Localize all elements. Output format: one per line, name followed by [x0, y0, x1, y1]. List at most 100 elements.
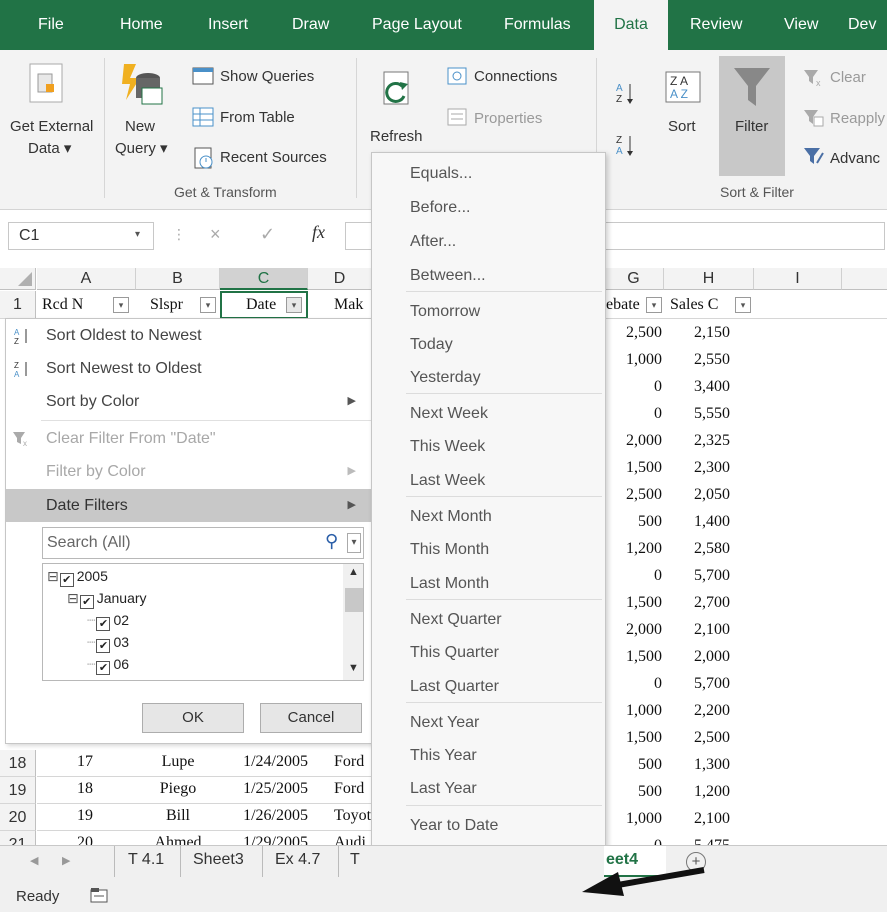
row-header[interactable]: 18 — [0, 750, 36, 777]
insert-function-icon[interactable]: fx — [312, 222, 325, 243]
sales-cost-cell[interactable]: 2,100 — [664, 621, 730, 639]
tree-item[interactable]: ⊟ ✔ 2005 — [47, 568, 108, 588]
sales-cost-cell[interactable]: 1,400 — [664, 513, 730, 531]
name-box[interactable]: C1 ▾ — [8, 222, 154, 250]
date-filter-after[interactable]: After... — [372, 225, 605, 258]
advanced-button[interactable]: Advanc — [830, 150, 880, 168]
rebate-cell[interactable]: 500 — [604, 756, 662, 774]
list-scrollbar[interactable]: ▲ ▼ — [343, 564, 363, 680]
search-icon[interactable]: ⚲ — [325, 531, 338, 552]
clear-filter-item[interactable]: x Clear Filter From "Date" — [6, 422, 374, 455]
rebate-cell[interactable]: 2,500 — [604, 324, 662, 342]
date-filter-before[interactable]: Before... — [372, 191, 605, 224]
sort-z-to-a-icon[interactable]: ZA — [614, 132, 636, 158]
confirm-entry-icon[interactable]: ✓ — [260, 224, 275, 245]
rebate-cell[interactable]: 2,000 — [604, 432, 662, 450]
cancel-button[interactable]: Cancel — [260, 703, 362, 733]
tab-data[interactable]: Data — [594, 0, 668, 50]
tree-item[interactable]: ┈ ✔ 03 — [87, 634, 129, 654]
col-header-i[interactable]: I — [754, 268, 842, 290]
filter-by-color-item[interactable]: Filter by Color ▶ — [6, 455, 374, 488]
rebate-cell[interactable]: 2,000 — [604, 621, 662, 639]
date-filter-year-to-date[interactable]: Year to Date — [372, 809, 605, 842]
rebate-cell[interactable]: 1,200 — [604, 540, 662, 558]
sales-cost-cell[interactable]: 2,300 — [664, 459, 730, 477]
date-filter-this-quarter[interactable]: This Quarter — [372, 636, 605, 669]
sheet-tab-sheet3[interactable]: Sheet3 — [193, 851, 244, 869]
get-external-data-label[interactable]: Get External — [10, 118, 93, 136]
date-filter-this-year[interactable]: This Year — [372, 739, 605, 772]
make-cell[interactable]: Ford — [334, 780, 372, 798]
checkbox-checked-icon[interactable]: ✔ — [96, 661, 111, 675]
sales-cost-cell[interactable]: 5,550 — [664, 405, 730, 423]
sales-cost-cell[interactable]: 5,700 — [664, 675, 730, 693]
tab-formulas[interactable]: Formulas — [504, 0, 571, 50]
filter-dropdown-a[interactable]: ▾ — [113, 297, 129, 313]
col-header-c[interactable]: C — [220, 268, 308, 290]
tab-insert[interactable]: Insert — [208, 0, 248, 50]
sales-cost-cell[interactable]: 2,325 — [664, 432, 730, 450]
tree-item[interactable]: ┈ ✔ 06 — [87, 656, 129, 676]
collapse-toggle-icon[interactable]: ⊟ — [67, 590, 79, 606]
tab-draw[interactable]: Draw — [292, 0, 329, 50]
collapse-toggle-icon[interactable]: ⊟ — [47, 568, 59, 584]
row-header[interactable]: 19 — [0, 777, 36, 804]
sales-cost-cell[interactable]: 1,300 — [664, 756, 730, 774]
checkbox-checked-icon[interactable]: ✔ — [79, 595, 94, 609]
tree-item[interactable]: ┈ ✔ 02 — [87, 612, 129, 632]
search-dropdown-icon[interactable]: ▾ — [347, 533, 361, 553]
header-slsprsn[interactable]: Slspr — [150, 296, 198, 314]
make-cell[interactable]: Toyot — [334, 807, 372, 825]
date-filter-next-week[interactable]: Next Week — [372, 397, 605, 430]
date-filter-next-year[interactable]: Next Year — [372, 706, 605, 739]
date-filter-this-week[interactable]: This Week — [372, 430, 605, 463]
get-external-data-dropdown[interactable]: Data ▾ — [28, 140, 71, 158]
sales-cost-cell[interactable]: 2,000 — [664, 648, 730, 666]
sort-newest-item[interactable]: ZA Sort Newest to Oldest — [6, 352, 374, 385]
date-filter-last-quarter[interactable]: Last Quarter — [372, 670, 605, 703]
rebate-cell[interactable]: 1,500 — [604, 729, 662, 747]
sales-cost-cell[interactable]: 2,050 — [664, 486, 730, 504]
date-filter-yesterday[interactable]: Yesterday — [372, 361, 605, 394]
date-filters-item[interactable]: Date Filters ▶ — [6, 489, 374, 522]
rebate-cell[interactable]: 1,000 — [604, 702, 662, 720]
header-rcd-no[interactable]: Rcd N — [42, 296, 112, 314]
refresh-all-button[interactable]: Refresh — [370, 128, 423, 146]
date-filter-last-year[interactable]: Last Year — [372, 772, 605, 805]
scroll-thumb[interactable] — [345, 588, 363, 612]
rebate-cell[interactable]: 1,500 — [604, 459, 662, 477]
sales-cost-cell[interactable]: 2,500 — [664, 729, 730, 747]
rebate-cell[interactable]: 0 — [604, 378, 662, 396]
filter-dropdown-c[interactable]: ▾ — [286, 297, 302, 313]
rebate-cell[interactable]: 0 — [604, 405, 662, 423]
reapply-button[interactable]: Reapply — [830, 110, 885, 128]
from-table-button[interactable]: From Table — [220, 109, 295, 127]
scroll-up-icon[interactable]: ▲ — [348, 566, 359, 578]
header-sales-cost[interactable]: Sales C — [670, 296, 734, 314]
properties-button[interactable]: Properties — [474, 110, 542, 128]
col-header-a[interactable]: A — [37, 268, 136, 290]
sales-cost-cell[interactable]: 1,200 — [664, 783, 730, 801]
col-header-g[interactable]: G — [604, 268, 664, 290]
tree-item[interactable]: ⊟ ✔ January — [67, 590, 147, 610]
sales-cost-cell[interactable]: 2,580 — [664, 540, 730, 558]
col-header-h[interactable]: H — [664, 268, 754, 290]
recent-sources-button[interactable]: Recent Sources — [220, 149, 327, 167]
sales-cost-cell[interactable]: 2,100 — [664, 810, 730, 828]
tab-file[interactable]: File — [38, 0, 64, 50]
tab-view[interactable]: View — [784, 0, 818, 50]
sheet-tab-t[interactable]: T — [350, 851, 360, 869]
sort-button[interactable]: Sort — [668, 118, 696, 136]
header-rebate[interactable]: ebate — [606, 296, 646, 314]
make-cell[interactable]: Ford — [334, 753, 372, 771]
sort-oldest-item[interactable]: AZ Sort Oldest to Newest — [6, 319, 374, 352]
row-header-1[interactable]: 1 — [0, 291, 36, 319]
checkbox-checked-icon[interactable]: ✔ — [96, 639, 111, 653]
filter-search-input[interactable]: Search (All) — [47, 534, 131, 552]
new-query-label[interactable]: New — [125, 118, 155, 136]
tab-home[interactable]: Home — [120, 0, 163, 50]
col-header-j[interactable] — [842, 268, 887, 290]
sales-cost-cell[interactable]: 2,700 — [664, 594, 730, 612]
checkbox-checked-icon[interactable]: ✔ — [96, 617, 111, 631]
rcd-no-cell[interactable]: 19 — [60, 807, 110, 825]
